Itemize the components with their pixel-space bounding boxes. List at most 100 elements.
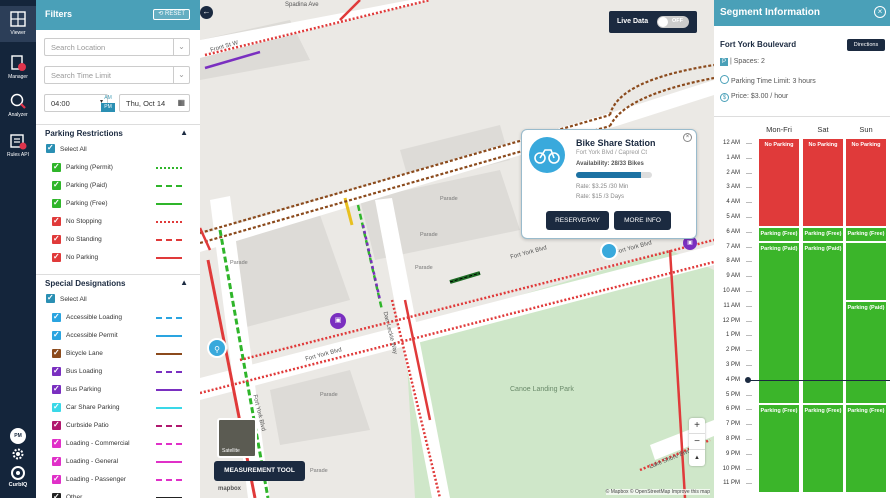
search-location-input[interactable]: Search Location ⌄ [44,38,190,56]
schedule-block[interactable]: Parking (Free) [759,227,799,241]
schedule-block[interactable]: Parking (Free) [846,227,886,241]
sd-filter-checkbox[interactable] [52,402,61,412]
sd-filter-checkbox[interactable] [52,312,61,322]
am-toggle[interactable]: AM [101,94,115,102]
pr-filter-row[interactable]: No Standing [36,231,200,249]
pr-filter-row[interactable]: Parking (Permit) [36,159,200,177]
live-data-switch[interactable]: OFF [657,16,689,28]
pr-filter-checkbox[interactable] [52,216,61,226]
date-input[interactable]: Thu, Oct 14 ▦ [119,94,190,112]
nav-viewer[interactable]: Viewer [0,6,36,42]
sd-filter-label: Loading - General [66,458,119,465]
sd-filter-row[interactable]: Accessible Permit [36,327,200,345]
area-label: Parade [415,265,433,271]
sd-filter-label: Bus Loading [66,368,103,375]
live-data-toggle[interactable]: Live Data OFF [609,11,697,33]
schedule-block[interactable]: No Parking [803,139,843,226]
hour-tick [746,453,752,455]
availability-bar-fill [576,172,641,178]
map-view[interactable]: Front St W Fort York Blvd Fort York Blvd… [200,0,714,498]
pm-toggle[interactable]: PM [101,103,115,112]
sd-filter-row[interactable]: Loading - Passenger [36,471,200,489]
price-text: Price: $3.00 / hour [731,93,789,100]
reserve-pay-button[interactable]: RESERVE/PAY [546,211,609,230]
sd-filter-row[interactable]: Loading - General [36,453,200,471]
segment-title: Segment Information [720,7,821,18]
pr-filter-checkbox[interactable] [52,162,61,172]
nav-manager[interactable]: Manager [0,50,36,86]
satellite-toggle[interactable]: Satellite [217,418,257,458]
schedule-block[interactable]: No Parking [846,139,886,226]
reset-button[interactable]: ⟲ RESET [153,9,190,20]
zoom-in-button[interactable]: + [689,418,705,434]
sd-select-all-label: Select All [60,296,87,303]
sd-filter-checkbox[interactable] [52,492,61,498]
schedule-block[interactable]: Parking (Free) [846,405,886,493]
sd-filter-checkbox[interactable] [52,420,61,430]
chevron-up-icon: ▲ [180,128,188,137]
schedule-block[interactable]: Parking (Free) [759,405,799,493]
parking-restrictions-header[interactable]: Parking Restrictions ▲ [36,124,200,140]
schedule-block[interactable]: Parking (Free) [803,405,843,493]
sd-filter-checkbox[interactable] [52,348,61,358]
hour-tick [746,246,752,248]
directions-button[interactable]: Directions [847,39,885,51]
pr-filter-row[interactable]: Parking (Free) [36,195,200,213]
segment-close-button[interactable]: × [874,6,886,18]
segment-info-panel: Segment Information × Fort York Boulevar… [714,0,890,498]
measurement-tool-button[interactable]: MEASUREMENT TOOL [214,461,305,481]
schedule-block[interactable]: No Parking [759,139,799,226]
time-select[interactable]: 04:00 ▾ [44,94,108,112]
zoom-out-button[interactable]: − [689,434,705,450]
pr-filter-checkbox[interactable] [52,198,61,208]
sd-filter-row[interactable]: Bus Loading [36,363,200,381]
collapse-panel-button[interactable]: ← [200,6,213,19]
bike-share-marker[interactable] [600,242,618,260]
sd-filter-row[interactable]: Bicycle Lane [36,345,200,363]
more-info-button[interactable]: MORE INFO [614,211,671,230]
pr-filter-checkbox[interactable] [52,180,61,190]
sd-select-all[interactable]: Select All [36,293,200,307]
sd-filter-checkbox[interactable] [52,456,61,466]
sd-select-all-checkbox[interactable] [46,293,55,303]
sd-filter-row[interactable]: Curbside Patio [36,417,200,435]
pr-select-all-checkbox[interactable] [46,143,55,153]
transit-marker[interactable]: ▣ [330,313,346,329]
popup-close-button[interactable]: × [683,133,692,142]
schedule-block[interactable] [846,242,886,300]
spaces-row: P | Spaces: 2 [720,58,765,66]
sd-filter-row[interactable]: Loading - Commercial [36,435,200,453]
sd-filter-row[interactable]: Other [36,489,200,498]
bike-share-marker[interactable]: ⚲ [207,338,227,358]
sd-filter-row[interactable]: Car Share Parking [36,399,200,417]
sd-filter-checkbox[interactable] [52,384,61,394]
sd-legend-line [156,479,182,481]
pr-filter-checkbox[interactable] [52,252,61,262]
user-avatar[interactable]: PM [10,428,26,444]
map-attribution[interactable]: © Mapbox © OpenStreetMap Improve this ma… [605,489,710,495]
hour-tick [746,231,752,233]
compass-button[interactable]: ▲ [689,450,705,466]
sd-filter-row[interactable]: Accessible Loading [36,309,200,327]
sd-filter-checkbox[interactable] [52,366,61,376]
special-designations-header[interactable]: Special Designations ▲ [36,274,200,290]
schedule-block[interactable]: Parking (Paid) [846,301,886,404]
pr-filter-row[interactable]: No Parking [36,249,200,267]
sd-filter-checkbox[interactable] [52,330,61,340]
pr-filter-row[interactable]: No Stopping [36,213,200,231]
settings-gear-icon[interactable] [11,447,25,461]
nav-rules-api[interactable]: Rules API [0,128,36,164]
sd-filter-checkbox[interactable] [52,474,61,484]
pr-select-all[interactable]: Select All [36,143,200,157]
bus-icon: ▣ [334,317,342,324]
popup-title: Bike Share Station [576,138,656,148]
price-row: $ Price: $3.00 / hour [720,93,788,102]
pr-filter-checkbox[interactable] [52,234,61,244]
nav-analyzer[interactable]: Analyzer [0,88,36,124]
schedule-block[interactable]: Parking (Free) [803,227,843,241]
sd-filter-checkbox[interactable] [52,438,61,448]
pr-filter-row[interactable]: Parking (Paid) [36,177,200,195]
area-label: Parade [440,196,458,202]
search-time-limit-input[interactable]: Search Time Limit ⌄ [44,66,190,84]
sd-filter-row[interactable]: Bus Parking [36,381,200,399]
